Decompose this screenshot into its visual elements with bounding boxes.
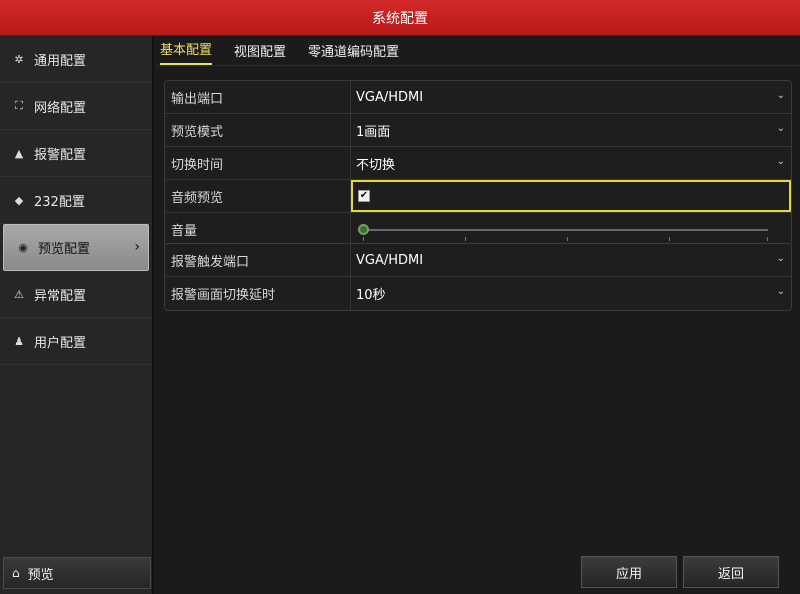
- sidebar-item-users[interactable]: ♟ 用户配置: [0, 318, 152, 365]
- tab-bar: 基本配置 视图配置 零通道编码配置: [156, 36, 800, 66]
- sidebar-item-alarm[interactable]: ▲ 报警配置: [0, 130, 152, 177]
- volume-slider-track: [364, 228, 768, 231]
- sidebar: ✲ 通用配置 ⛶ 网络配置 ▲ 报警配置 ◆ 232配置 ◉ 预览配置 › ⚠ …: [0, 36, 154, 594]
- audio-preview-label: 音频预览: [165, 180, 351, 212]
- back-button[interactable]: 返回: [683, 556, 779, 588]
- sidebar-item-label: 232配置: [34, 194, 85, 210]
- alarm-icon: ▲: [14, 146, 24, 160]
- sidebar-item-label: 报警配置: [34, 147, 87, 163]
- title-bar: 系统配置: [0, 0, 800, 36]
- preview-mode-label: 预览模式: [165, 114, 351, 146]
- sidebar-item-label: 网络配置: [34, 100, 87, 116]
- alarm-settings-group: 报警触发端口 VGA/HDMI ⌄ 报警画面切换延时 10秒 ⌄: [164, 243, 792, 311]
- tab-zero-channel[interactable]: 零通道编码配置: [308, 41, 399, 65]
- sidebar-item-232[interactable]: ◆ 232配置: [0, 177, 152, 224]
- chevron-down-icon: ⌄: [776, 156, 785, 167]
- eye-icon: ◉: [18, 241, 28, 254]
- chevron-down-icon: ⌄: [776, 90, 785, 101]
- chevron-down-icon: ⌄: [776, 286, 785, 297]
- sidebar-item-network[interactable]: ⛶ 网络配置: [0, 83, 152, 130]
- chevron-down-icon: ⌄: [776, 123, 785, 134]
- slider-tick: [767, 236, 768, 241]
- chevron-right-icon: ›: [134, 239, 140, 255]
- preview-mode-select[interactable]: 1画面 ⌄: [351, 114, 791, 146]
- tab-basic[interactable]: 基本配置: [160, 39, 213, 65]
- alarm-output-row: 报警触发端口 VGA/HDMI ⌄: [165, 244, 791, 277]
- switch-time-select[interactable]: 不切换 ⌄: [351, 147, 791, 179]
- switch-time-value: 不切换: [356, 157, 396, 173]
- main-panel: 基本配置 视图配置 零通道编码配置 输出端口 VGA/HDMI ⌄ 预览模式 1…: [156, 36, 800, 594]
- sidebar-item-label: 预览配置: [38, 242, 91, 257]
- apply-button[interactable]: 应用: [581, 556, 677, 588]
- volume-slider-handle[interactable]: [358, 223, 369, 235]
- slider-tick: [669, 236, 670, 241]
- slider-tick: [567, 236, 568, 241]
- tab-view[interactable]: 视图配置: [234, 41, 286, 65]
- output-port-row: 输出端口 VGA/HDMI ⌄: [165, 81, 791, 114]
- volume-label: 音量: [165, 213, 351, 246]
- switch-time-row: 切换时间 不切换 ⌄: [165, 147, 791, 180]
- alarm-delay-select[interactable]: 10秒 ⌄: [351, 277, 791, 310]
- sidebar-item-exception[interactable]: ⚠ 异常配置: [0, 271, 152, 318]
- audio-preview-cell: ✔: [351, 180, 791, 212]
- warning-icon: ⚠: [14, 287, 24, 301]
- output-port-label: 输出端口: [165, 81, 351, 113]
- output-port-value: VGA/HDMI: [356, 89, 424, 105]
- serial-icon: ◆: [14, 193, 24, 207]
- alarm-output-label: 报警触发端口: [165, 244, 351, 276]
- users-icon: ♟: [14, 334, 24, 348]
- slider-tick: [465, 236, 466, 241]
- sidebar-item-preview[interactable]: ◉ 预览配置 ›: [3, 224, 149, 271]
- chevron-down-icon: ⌄: [776, 253, 785, 264]
- volume-slider[interactable]: [358, 220, 768, 241]
- home-icon: ⌂: [12, 566, 20, 580]
- alarm-delay-row: 报警画面切换延时 10秒 ⌄: [165, 277, 791, 310]
- basic-settings-group: 输出端口 VGA/HDMI ⌄ 预览模式 1画面 ⌄ 切换时间 不切换 ⌄ 音频…: [164, 80, 792, 247]
- audio-preview-checkbox[interactable]: ✔: [358, 190, 370, 202]
- alarm-delay-label: 报警画面切换延时: [165, 277, 351, 310]
- alarm-output-value: VGA/HDMI: [356, 252, 424, 268]
- sidebar-item-label: 用户配置: [34, 335, 87, 351]
- live-preview-label: 预览: [27, 567, 54, 583]
- preview-mode-value: 1画面: [356, 124, 391, 140]
- live-preview-button[interactable]: ⌂ 预览: [3, 557, 151, 589]
- volume-cell: [351, 213, 791, 246]
- network-icon: ⛶: [15, 99, 23, 112]
- alarm-output-select[interactable]: VGA/HDMI ⌄: [351, 244, 791, 276]
- alarm-delay-value: 10秒: [356, 288, 386, 303]
- sidebar-item-label: 异常配置: [34, 288, 87, 304]
- sidebar-item-general[interactable]: ✲ 通用配置: [0, 36, 152, 83]
- gear-icon: ✲: [14, 52, 24, 66]
- switch-time-label: 切换时间: [165, 147, 351, 179]
- preview-mode-row: 预览模式 1画面 ⌄: [165, 114, 791, 147]
- window-title: 系统配置: [372, 10, 428, 27]
- slider-tick: [363, 236, 364, 241]
- sidebar-item-label: 通用配置: [34, 53, 87, 69]
- audio-preview-row: 音频预览 ✔: [165, 180, 791, 213]
- volume-row: 音量: [165, 213, 791, 246]
- output-port-select[interactable]: VGA/HDMI ⌄: [351, 81, 791, 113]
